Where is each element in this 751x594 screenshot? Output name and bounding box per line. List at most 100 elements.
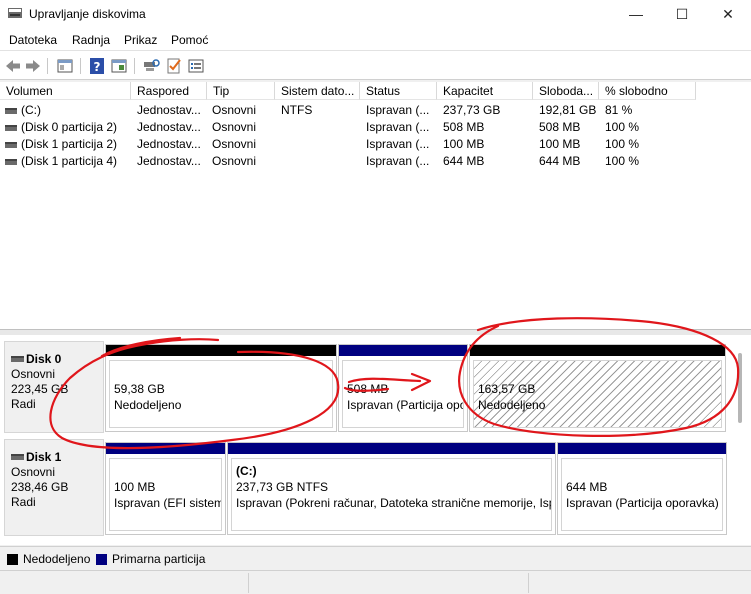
legend-swatch-unallocated [7, 554, 18, 565]
volume-filesystem [281, 119, 359, 136]
checklist-icon[interactable] [165, 57, 183, 75]
volume-status: Ispravan (... [366, 154, 430, 168]
volume-name: (Disk 1 particija 2) [21, 137, 118, 151]
partition-status: Nedodeljeno [478, 398, 546, 412]
legend-label-primary: Primarna particija [112, 552, 206, 566]
volume-capacity: 508 MB [443, 120, 485, 134]
volume-free-space: 100 MB [539, 137, 581, 151]
disk-name: Disk 0 [26, 352, 62, 366]
partition-status: Ispravan (Pokreni računar, Datoteka stra… [236, 496, 552, 510]
menu-bar: Datoteka Radnja Prikaz Pomoć [0, 28, 751, 50]
unallocated-bar [106, 345, 336, 356]
disk-1-efi-partition[interactable]: 100 MB Ispravan (EFI sistems [105, 442, 226, 535]
primary-bar [106, 443, 225, 454]
partition-body: 163,57 GB Nedodeljeno [473, 360, 722, 428]
column-slobodan-prostor[interactable]: Sloboda... [533, 82, 599, 100]
disk-0-recovery-partition[interactable]: 508 MB Ispravan (Particija opo [338, 344, 468, 432]
disk-state: Radi [11, 397, 36, 411]
disk-0-label[interactable]: Disk 0 Osnovni 223,45 GB Radi [4, 341, 104, 433]
partition-status: Ispravan (Particija oporavka) [566, 496, 719, 510]
volume-percent-free: 81 % [605, 103, 633, 117]
partition-size: 644 MB [566, 480, 608, 494]
volume-capacity: 237,73 GB [443, 103, 501, 117]
maximize-button[interactable]: ☐ [659, 0, 705, 28]
volume-layout: Jednostav... [137, 120, 201, 134]
column-volumen[interactable]: Volumen [0, 82, 131, 100]
volume-percent-free: 100 % [605, 154, 640, 168]
menu-datoteka[interactable]: Datoteka [9, 33, 57, 47]
volume-type: Osnovni [212, 103, 257, 117]
volume-status: Ispravan (... [366, 120, 430, 134]
disk-state: Radi [11, 495, 36, 509]
column-tip[interactable]: Tip [207, 82, 275, 100]
drive-icon [5, 159, 17, 165]
disk-map: Disk 0 Osnovni 223,45 GB Radi 59,38 GB N… [0, 335, 751, 545]
disk-0-unallocated-partition[interactable]: 163,57 GB Nedodeljeno [469, 344, 726, 432]
properties-icon[interactable] [110, 57, 128, 75]
volume-capacity: 644 MB [443, 154, 485, 168]
disk-type: Osnovni [11, 367, 56, 381]
volume-free-space: 192,81 GB [539, 103, 597, 117]
volume-percent-free: 100 % [605, 120, 640, 134]
primary-bar [339, 345, 467, 356]
drive-icon [5, 125, 17, 131]
disk-management-icon [8, 8, 22, 18]
forward-arrow-icon[interactable] [24, 57, 42, 75]
close-button[interactable]: ✕ [705, 0, 751, 28]
drive-icon [5, 108, 17, 114]
legend-label-unallocated: Nedodeljeno [23, 552, 91, 566]
partition-size: 508 MB [347, 382, 389, 396]
partition-size: 100 MB [114, 480, 156, 494]
volume-type: Osnovni [212, 120, 257, 134]
partition-size: 237,73 GB NTFS [236, 480, 329, 494]
minimize-button[interactable]: — [613, 0, 659, 28]
console-tree-icon[interactable] [56, 57, 74, 75]
partition-status: Ispravan (Particija opo [347, 398, 464, 412]
column-kapacitet[interactable]: Kapacitet [437, 82, 533, 100]
volume-status: Ispravan (... [366, 103, 430, 117]
disk-1-label[interactable]: Disk 1 Osnovni 238,46 GB Radi [4, 439, 104, 536]
disk-1-recovery-partition[interactable]: 644 MB Ispravan (Particija oporavka) [557, 442, 727, 535]
help-icon[interactable]: ? [88, 57, 106, 75]
connect-icon[interactable] [142, 57, 160, 75]
volume-row[interactable]: (C:) Jednostav... Osnovni NTFS Ispravan … [0, 102, 700, 119]
partition-status: Ispravan (EFI sistems [114, 496, 222, 510]
volume-name: (Disk 0 particija 2) [21, 120, 118, 134]
volume-filesystem [281, 153, 359, 170]
disk-1-c-partition[interactable]: (C:) 237,73 GB NTFS Ispravan (Pokreni ra… [227, 442, 556, 535]
settings-list-icon[interactable] [187, 57, 205, 75]
menu-radnja[interactable]: Radnja [72, 33, 110, 47]
legend: Nedodeljeno Primarna particija [0, 546, 751, 570]
column-status[interactable]: Status [360, 82, 437, 100]
column-raspored[interactable]: Raspored [131, 82, 207, 100]
partition-body: 100 MB Ispravan (EFI sistems [109, 458, 222, 531]
legend-swatch-primary [96, 554, 107, 565]
menu-prikaz[interactable]: Prikaz [124, 33, 157, 47]
volume-filesystem [281, 136, 359, 153]
disk-size: 223,45 GB [11, 382, 69, 396]
volume-type: Osnovni [212, 137, 257, 151]
volume-free-space: 644 MB [539, 154, 581, 168]
column-sistem-datoteka[interactable]: Sistem dato... [275, 82, 360, 100]
volume-list: Volumen Raspored Tip Sistem dato... Stat… [0, 82, 751, 330]
toolbar: ? [0, 50, 751, 80]
volume-row[interactable]: (Disk 1 particija 4) Jednostav... Osnovn… [0, 153, 700, 170]
title-bar: Upravljanje diskovima — ☐ ✕ [0, 0, 751, 28]
primary-bar [558, 443, 726, 454]
disk-icon [11, 356, 24, 362]
back-arrow-icon[interactable] [4, 57, 22, 75]
partition-title: (C:) [236, 464, 257, 478]
partition-body: 59,38 GB Nedodeljeno [109, 360, 333, 428]
partition-size: 163,57 GB [478, 382, 536, 396]
partition-size: 59,38 GB [114, 382, 165, 396]
column-procenat-slobodno[interactable]: % slobodno [599, 82, 696, 100]
volume-row[interactable]: (Disk 1 particija 2) Jednostav... Osnovn… [0, 136, 700, 153]
disk-0-unallocated-partition[interactable]: 59,38 GB Nedodeljeno [105, 344, 337, 432]
volume-type: Osnovni [212, 154, 257, 168]
window-title: Upravljanje diskovima [29, 7, 146, 21]
volume-row[interactable]: (Disk 0 particija 2) Jednostav... Osnovn… [0, 119, 700, 136]
volume-name: (Disk 1 particija 4) [21, 154, 118, 168]
menu-pomoc[interactable]: Pomoć [171, 33, 208, 47]
disk-map-scrollbar[interactable] [738, 353, 742, 423]
svg-text:?: ? [94, 60, 101, 74]
